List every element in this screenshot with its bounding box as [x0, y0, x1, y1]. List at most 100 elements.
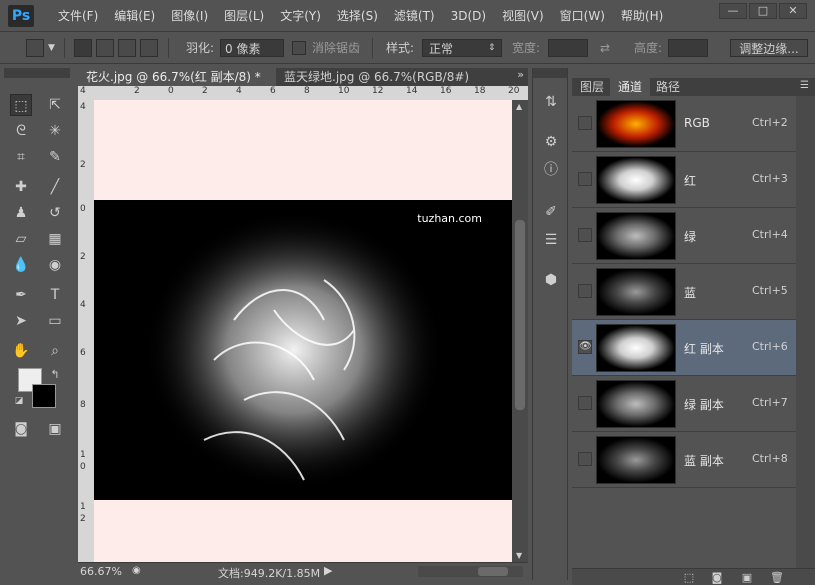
- tabs-overflow-icon[interactable]: »: [517, 68, 524, 81]
- lasso-tool-icon[interactable]: ᘓ: [10, 120, 32, 142]
- antialias-checkbox[interactable]: [292, 41, 306, 55]
- subtract-selection-icon[interactable]: [118, 39, 136, 57]
- menu-layer[interactable]: 图层(L): [216, 8, 272, 24]
- tab-huahuo[interactable]: 花火.jpg @ 66.7%(红 副本/8) * ×: [78, 68, 276, 102]
- refine-edge-button[interactable]: 调整边缘...: [730, 39, 808, 57]
- tab-paths[interactable]: 路径: [648, 78, 688, 96]
- menu-image[interactable]: 图像(I): [163, 8, 216, 24]
- crop-tool-icon[interactable]: ⌗: [10, 146, 32, 168]
- status-arrow-icon[interactable]: ▶: [324, 564, 332, 577]
- channel-visibility-eye-icon[interactable]: 👁: [578, 340, 592, 354]
- info-panel-icon[interactable]: ⓘ: [541, 160, 561, 180]
- eyedropper-tool-icon[interactable]: ✎: [44, 146, 66, 168]
- new-channel-icon[interactable]: ▣: [740, 571, 754, 584]
- preset-dropdown-arrow-icon[interactable]: ▼: [48, 39, 55, 57]
- brush-tool-icon[interactable]: ╱: [44, 176, 66, 198]
- channel-row[interactable]: 绿 Ctrl+4: [572, 208, 796, 264]
- channel-row[interactable]: 绿 副本 Ctrl+7: [572, 376, 796, 432]
- zoom-tool-icon[interactable]: ⌕: [44, 340, 66, 362]
- channel-name: 蓝: [684, 286, 697, 300]
- feather-input[interactable]: 0 像素: [220, 39, 284, 57]
- clone-stamp-tool-icon[interactable]: ♟: [10, 202, 32, 224]
- panel-scrollbar[interactable]: [796, 96, 815, 568]
- default-colors-icon[interactable]: ◪: [8, 390, 30, 412]
- menu-edit[interactable]: 编辑(E): [106, 8, 163, 24]
- window-controls: — □ ✕: [719, 3, 807, 19]
- marquee-preset-icon[interactable]: [26, 39, 44, 57]
- adjustments-icon[interactable]: ☰: [541, 230, 561, 250]
- menu-view[interactable]: 视图(V): [494, 8, 552, 24]
- vertical-scrollbar[interactable]: ▲ ▼: [512, 100, 528, 562]
- close-button[interactable]: ✕: [779, 3, 807, 19]
- width-input[interactable]: [548, 39, 588, 57]
- save-selection-icon[interactable]: ◙: [710, 571, 724, 584]
- add-selection-icon[interactable]: [96, 39, 114, 57]
- screen-mode-icon[interactable]: ▣: [44, 418, 66, 440]
- gradient-tool-icon[interactable]: ▦: [44, 228, 66, 250]
- intersect-selection-icon[interactable]: [140, 39, 158, 57]
- type-tool-icon[interactable]: T: [44, 284, 66, 306]
- swap-colors-icon[interactable]: ↰: [44, 364, 66, 386]
- 3d-panel-icon[interactable]: ⬢: [541, 270, 561, 290]
- menu-filter[interactable]: 滤镜(T): [386, 8, 443, 24]
- antialias-label: 消除锯齿: [312, 41, 361, 55]
- minimize-button[interactable]: —: [719, 3, 747, 19]
- swap-dimensions-icon[interactable]: ⇄: [600, 39, 610, 57]
- brush-presets-icon[interactable]: ✐: [541, 202, 561, 222]
- delete-channel-icon[interactable]: 🗑: [770, 571, 784, 584]
- history-brush-tool-icon[interactable]: ↺: [44, 202, 66, 224]
- hand-tool-icon[interactable]: ✋: [10, 340, 32, 362]
- tab-channels[interactable]: 通道: [610, 78, 651, 96]
- channel-visibility-eye-icon[interactable]: [578, 228, 592, 242]
- properties-panel-icon[interactable]: ⚙: [541, 132, 561, 152]
- horizontal-scroll-thumb[interactable]: [478, 567, 508, 576]
- vertical-scroll-thumb[interactable]: [515, 220, 525, 410]
- history-panel-icon[interactable]: ⇅: [541, 92, 561, 112]
- channel-visibility-eye-icon[interactable]: [578, 452, 592, 466]
- menu-file[interactable]: 文件(F): [50, 8, 106, 24]
- panel-menu-icon[interactable]: ☰: [800, 80, 809, 91]
- new-selection-icon[interactable]: [74, 39, 92, 57]
- scroll-up-icon[interactable]: ▲: [516, 102, 522, 111]
- channel-visibility-eye-icon[interactable]: [578, 396, 592, 410]
- channel-row[interactable]: RGB Ctrl+2: [572, 96, 796, 152]
- move-tool-icon[interactable]: ⇱: [44, 94, 66, 116]
- menu-window[interactable]: 窗口(W): [552, 8, 613, 24]
- channel-row[interactable]: 蓝 Ctrl+5: [572, 264, 796, 320]
- quick-mask-icon[interactable]: ◙: [10, 418, 32, 440]
- marquee-tool-icon[interactable]: ⬚: [10, 94, 32, 116]
- channel-visibility-eye-icon[interactable]: [578, 172, 592, 186]
- height-input[interactable]: [668, 39, 708, 57]
- channel-row[interactable]: 蓝 副本 Ctrl+8: [572, 432, 796, 488]
- blur-tool-icon[interactable]: 💧: [10, 254, 32, 276]
- tab-layers[interactable]: 图层: [572, 78, 612, 96]
- load-selection-icon[interactable]: ⬚: [682, 571, 696, 584]
- dodge-tool-icon[interactable]: ◉: [44, 254, 66, 276]
- status-menu-icon[interactable]: ◉: [132, 565, 141, 576]
- channel-visibility-eye-icon[interactable]: [578, 284, 592, 298]
- menu-help[interactable]: 帮助(H): [613, 8, 671, 24]
- eraser-tool-icon[interactable]: ▱: [10, 228, 32, 250]
- menu-type[interactable]: 文字(Y): [272, 8, 329, 24]
- menu-3d[interactable]: 3D(D): [443, 8, 494, 24]
- horizontal-scrollbar[interactable]: [418, 566, 523, 577]
- menu-select[interactable]: 选择(S): [329, 8, 386, 24]
- scroll-down-icon[interactable]: ▼: [516, 551, 522, 560]
- magic-wand-tool-icon[interactable]: ✳: [44, 120, 66, 142]
- rectangle-tool-icon[interactable]: ▭: [44, 310, 66, 332]
- tools-panel-header[interactable]: [4, 68, 70, 78]
- tab-lantianlvdi[interactable]: 蓝天绿地.jpg @ 66.7%(RGB/8#) ×: [276, 68, 490, 102]
- path-selection-tool-icon[interactable]: ➤: [10, 310, 32, 332]
- channel-row[interactable]: 👁 红 副本 Ctrl+6: [572, 320, 796, 376]
- channel-row[interactable]: 红 Ctrl+3: [572, 152, 796, 208]
- strip-header[interactable]: [533, 68, 567, 78]
- zoom-level[interactable]: 66.67%: [80, 565, 122, 578]
- background-color-swatch[interactable]: [32, 384, 56, 408]
- maximize-button[interactable]: □: [749, 3, 777, 19]
- document-canvas[interactable]: tuzhan.com: [94, 100, 512, 562]
- image-layer[interactable]: tuzhan.com: [94, 200, 512, 500]
- ruler-tick-label: 10: [338, 86, 350, 96]
- pen-tool-icon[interactable]: ✒: [10, 284, 32, 306]
- channel-visibility-eye-icon[interactable]: [578, 116, 592, 130]
- healing-brush-tool-icon[interactable]: ✚: [10, 176, 32, 198]
